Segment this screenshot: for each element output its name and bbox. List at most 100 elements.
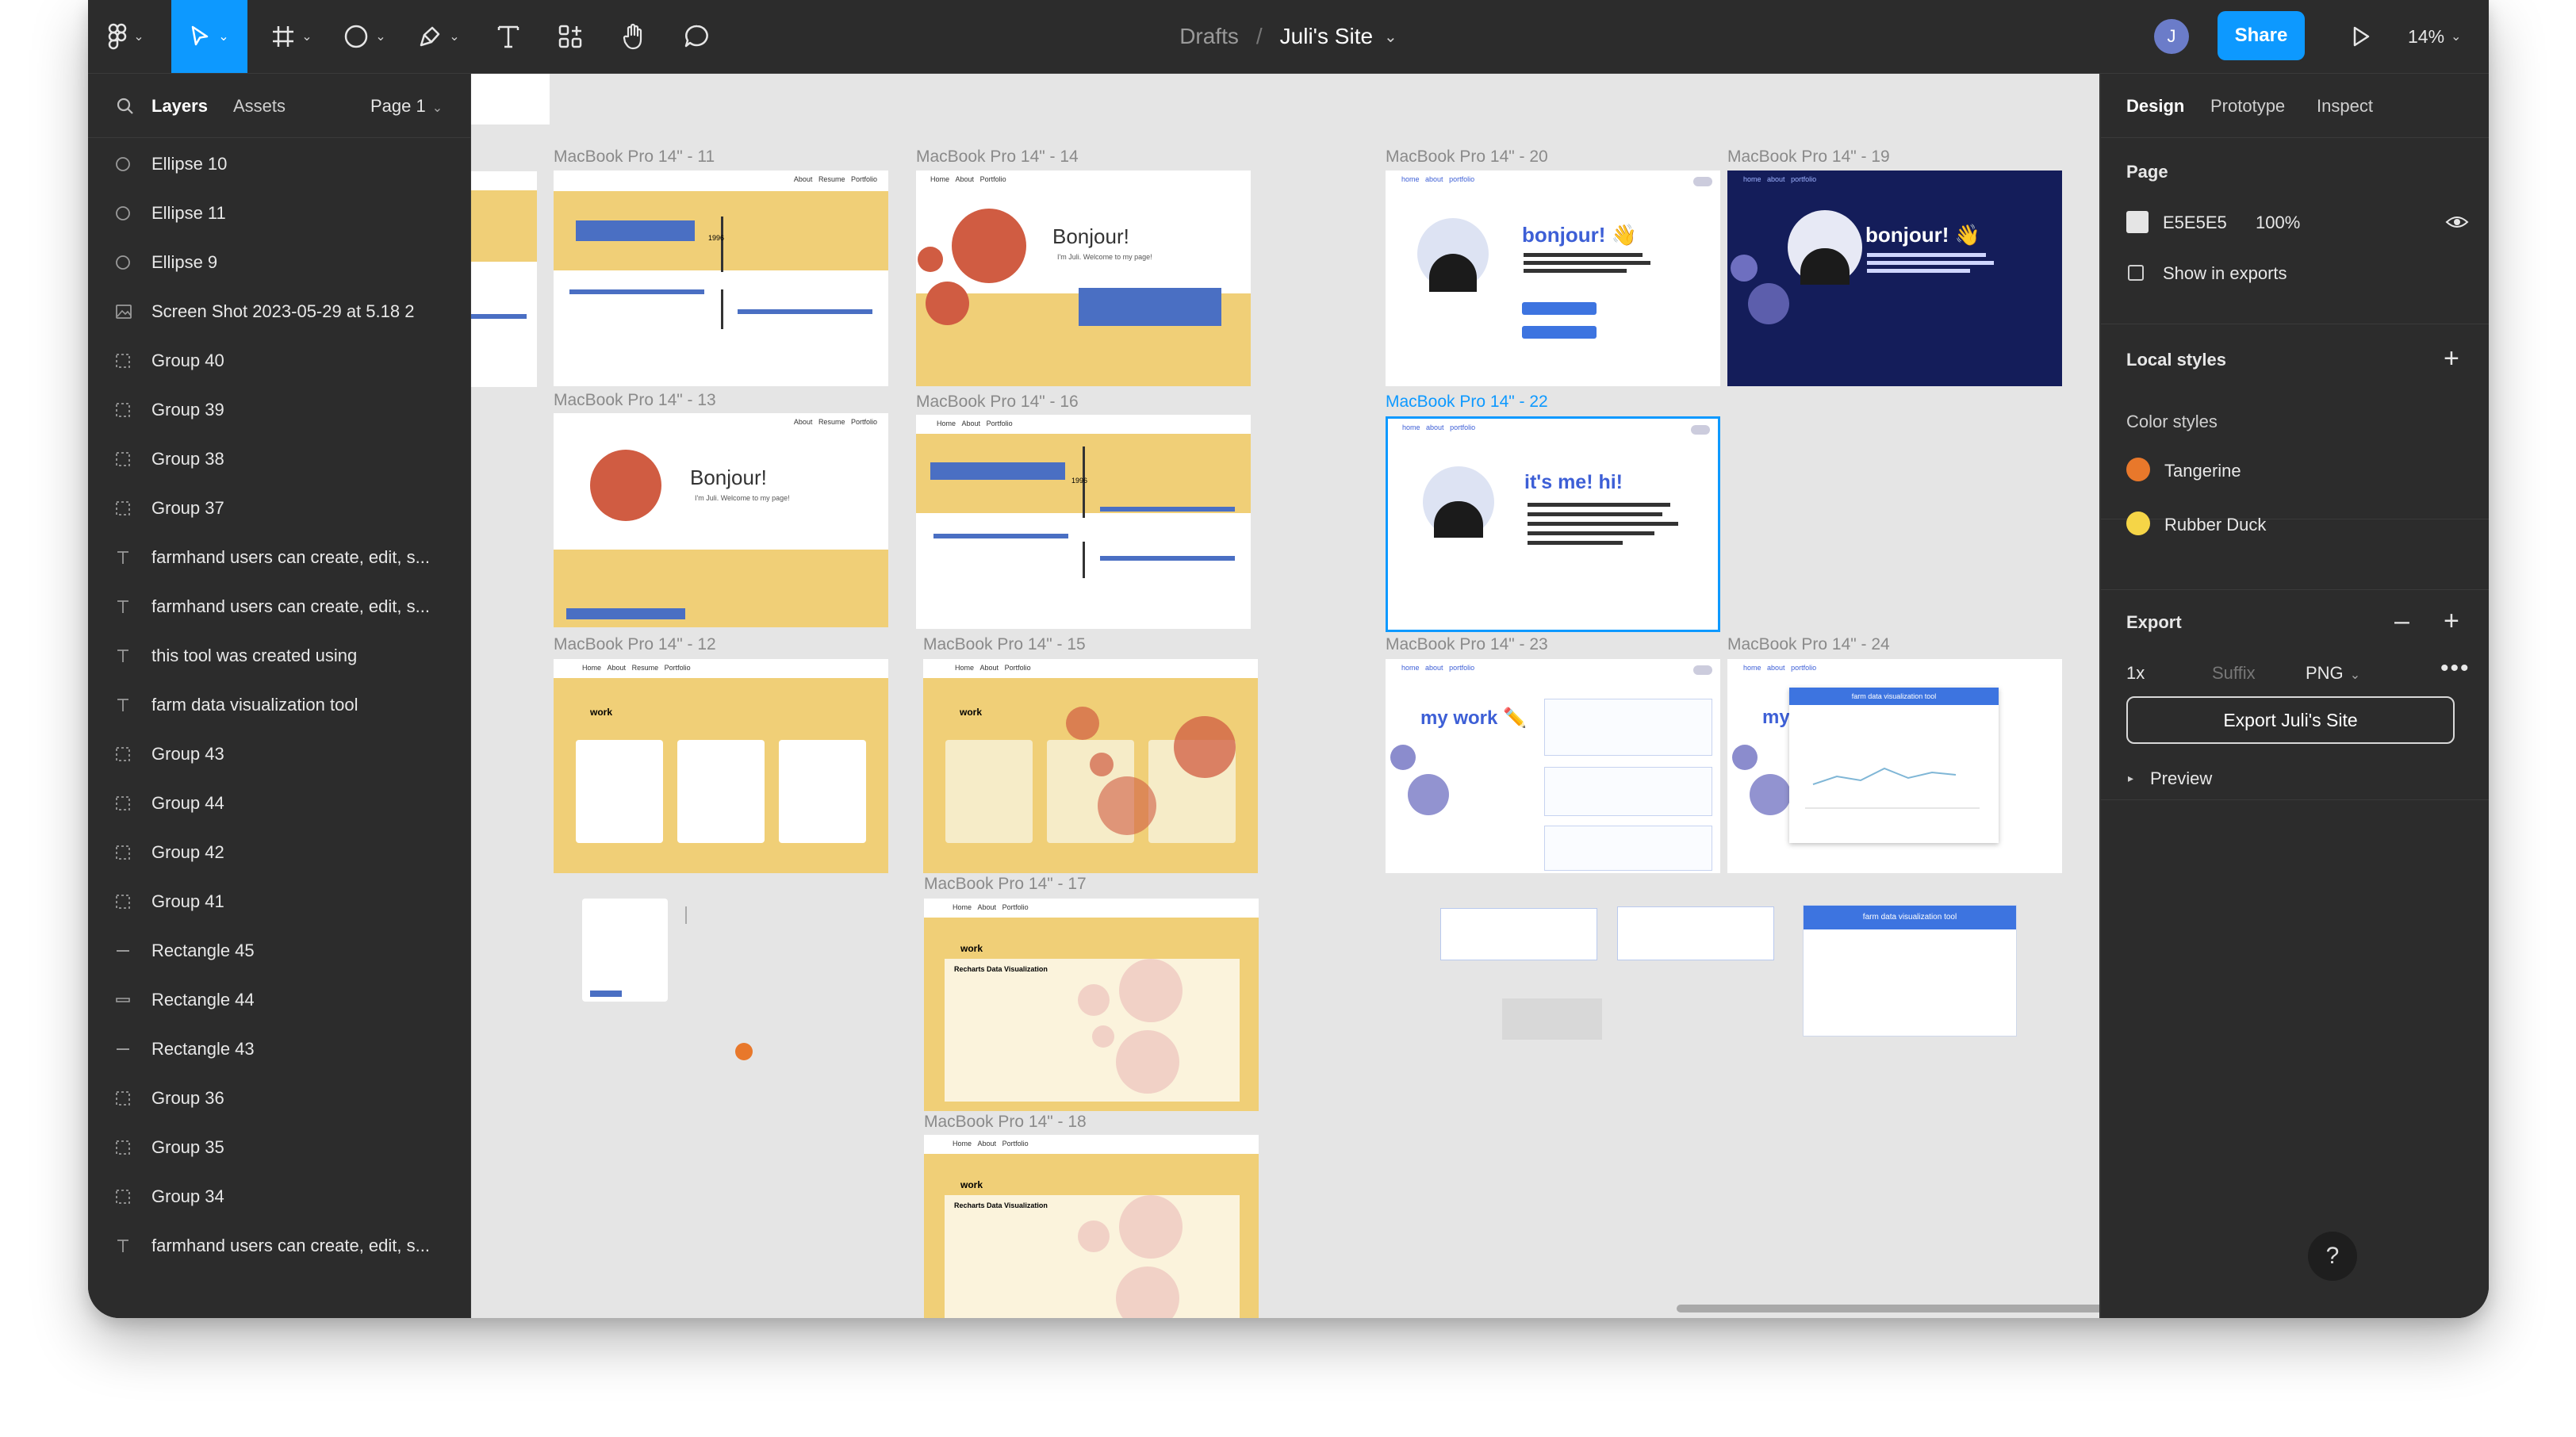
loose-component[interactable]: [1617, 906, 1774, 960]
layer-row[interactable]: farm data visualization tool: [88, 680, 470, 730]
text-snippet[interactable]: [685, 906, 703, 924]
move-tool-button[interactable]: ⌄: [171, 0, 247, 73]
frame-label[interactable]: MacBook Pro 14" - 17: [924, 875, 1087, 894]
canvas[interactable]: MacBook Pro 14" - 11 About Resume Portfo…: [471, 74, 2099, 1318]
layer-row[interactable]: Group 40: [88, 335, 470, 386]
eye-icon[interactable]: [2445, 214, 2469, 230]
chevron-down-icon[interactable]: ⌄: [1384, 27, 1397, 47]
export-format-select[interactable]: PNG ⌄: [2306, 663, 2360, 684]
loose-rectangle[interactable]: [1502, 998, 1602, 1040]
preview-toggle[interactable]: Preview: [2150, 768, 2212, 789]
avatar[interactable]: J: [2154, 19, 2189, 54]
frame-macbook-15[interactable]: Home About Portfolio work: [923, 659, 1258, 873]
canvas-frame-partial[interactable]: [471, 171, 537, 387]
layer-row[interactable]: Group 37: [88, 483, 470, 534]
frame-label[interactable]: MacBook Pro 14" - 13: [554, 391, 716, 410]
export-scale[interactable]: 1x: [2126, 663, 2145, 684]
frame-label[interactable]: MacBook Pro 14" - 19: [1727, 148, 1890, 167]
layer-row[interactable]: this tool was created using: [88, 630, 470, 681]
search-icon[interactable]: [117, 98, 134, 115]
mini-project-card[interactable]: [582, 899, 668, 1002]
pen-tool-button[interactable]: ⌄: [409, 0, 468, 73]
frame-macbook-11[interactable]: About Resume Portfolio 1996: [554, 171, 888, 386]
layer-row[interactable]: Group 39: [88, 385, 470, 435]
frame-macbook-22-selected[interactable]: home about portfolio it's me! hi!: [1386, 416, 1720, 632]
frame-macbook-20[interactable]: home about portfolio bonjour! 👋: [1386, 171, 1720, 386]
layer-row[interactable]: Rectangle 44: [88, 975, 470, 1025]
shape-tool-button[interactable]: ⌄: [335, 0, 394, 73]
main-menu-button[interactable]: ⌄: [102, 0, 150, 73]
frame-label[interactable]: MacBook Pro 14" - 16: [916, 393, 1079, 412]
frame-label[interactable]: MacBook Pro 14" - 11: [554, 148, 715, 167]
frame-macbook-17[interactable]: Home About Portfolio work Recharts Data …: [924, 899, 1259, 1111]
horizontal-scrollbar[interactable]: [1677, 1305, 2099, 1312]
plus-icon[interactable]: +: [2444, 343, 2459, 374]
layer-row[interactable]: Ellipse 10: [88, 139, 470, 190]
layer-row[interactable]: Group 34: [88, 1171, 470, 1222]
frame-macbook-18[interactable]: Home About Portfolio work Recharts Data …: [924, 1135, 1259, 1318]
style-rubber-duck[interactable]: Rubber Duck: [2164, 515, 2266, 535]
layer-row[interactable]: Group 42: [88, 827, 470, 878]
page-selector[interactable]: Page 1 ⌄: [370, 96, 443, 117]
more-options-icon[interactable]: •••: [2440, 655, 2471, 682]
frame-label[interactable]: MacBook Pro 14" - 15: [923, 635, 1086, 654]
page-color-swatch[interactable]: [2126, 211, 2149, 233]
layer-row[interactable]: Group 36: [88, 1073, 470, 1124]
share-button[interactable]: Share: [2218, 11, 2305, 60]
frame-label[interactable]: MacBook Pro 14" - 18: [924, 1113, 1087, 1132]
tab-inspect[interactable]: Inspect: [2317, 96, 2373, 117]
present-button[interactable]: [2337, 0, 2385, 73]
minus-icon[interactable]: –: [2394, 606, 2409, 637]
layer-row[interactable]: Ellipse 11: [88, 188, 470, 239]
hand-tool-button[interactable]: [610, 0, 657, 73]
plus-icon[interactable]: +: [2444, 606, 2459, 637]
layer-row[interactable]: Screen Shot 2023-05-29 at 5.18 2: [88, 286, 470, 337]
tab-layers[interactable]: Layers: [151, 96, 208, 117]
frame-label[interactable]: MacBook Pro 14" - 12: [554, 635, 716, 654]
loose-component[interactable]: [1440, 908, 1597, 960]
frame-macbook-12[interactable]: Home About Resume Portfolio work: [554, 659, 888, 873]
frame-macbook-23[interactable]: home about portfolio my work ✏️: [1386, 659, 1720, 873]
frame-macbook-24[interactable]: home about portfolio my farm data visual…: [1727, 659, 2062, 873]
file-name[interactable]: Juli's Site: [1280, 24, 1373, 49]
layer-row[interactable]: Rectangle 43: [88, 1024, 470, 1075]
zoom-menu[interactable]: 14% ⌄: [2408, 0, 2461, 73]
resources-tool-button[interactable]: [546, 0, 594, 73]
layer-row[interactable]: Group 35: [88, 1122, 470, 1173]
export-suffix-input[interactable]: Suffix: [2212, 663, 2256, 684]
tab-assets[interactable]: Assets: [233, 96, 286, 117]
frame-macbook-14[interactable]: Home About Portfolio Bonjour! I'm Juli. …: [916, 171, 1251, 386]
frame-label[interactable]: MacBook Pro 14" - 23: [1386, 635, 1548, 654]
loose-modal[interactable]: farm data visualization tool: [1803, 905, 2017, 1037]
layer-row[interactable]: farmhand users can create, edit, s...: [88, 532, 470, 583]
comment-tool-button[interactable]: [673, 0, 721, 73]
caret-right-icon[interactable]: ▸: [2128, 772, 2133, 785]
help-button[interactable]: ?: [2308, 1232, 2357, 1281]
frame-label[interactable]: MacBook Pro 14" - 24: [1727, 635, 1890, 654]
layer-row[interactable]: Group 38: [88, 434, 470, 485]
tab-design[interactable]: Design: [2126, 96, 2184, 117]
style-tangerine[interactable]: Tangerine: [2164, 461, 2241, 481]
layer-row[interactable]: Group 43: [88, 729, 470, 780]
layer-row[interactable]: Group 41: [88, 876, 470, 927]
frame-label[interactable]: MacBook Pro 14" - 22: [1386, 393, 1548, 412]
layer-row[interactable]: Rectangle 45: [88, 925, 470, 976]
export-button[interactable]: Export Juli's Site: [2126, 696, 2455, 744]
breadcrumb-drafts[interactable]: Drafts: [1179, 24, 1239, 49]
frame-label[interactable]: MacBook Pro 14" - 14: [916, 148, 1079, 167]
layer-row[interactable]: Group 44: [88, 778, 470, 829]
frame-tool-button[interactable]: ⌄: [264, 0, 320, 73]
layer-row[interactable]: farmhand users can create, edit, s...: [88, 581, 470, 632]
tangerine-ellipse[interactable]: [735, 1043, 753, 1060]
frame-macbook-16[interactable]: Home About Portfolio 1996: [916, 415, 1251, 629]
tab-prototype[interactable]: Prototype: [2210, 96, 2285, 117]
frame-macbook-13[interactable]: About Resume Portfolio Bonjour! I'm Juli…: [554, 413, 888, 627]
layer-row[interactable]: Ellipse 9: [88, 237, 470, 288]
text-tool-button[interactable]: [485, 0, 532, 73]
show-in-exports-checkbox[interactable]: [2128, 265, 2144, 281]
page-color-value[interactable]: E5E5E5: [2163, 213, 2227, 233]
canvas-frame-partial-top[interactable]: [471, 74, 550, 125]
layer-row[interactable]: farmhand users can create, edit, s...: [88, 1220, 470, 1271]
frame-macbook-19[interactable]: home about portfolio bonjour! 👋: [1727, 171, 2062, 386]
page-opacity-value[interactable]: 100%: [2256, 213, 2300, 233]
